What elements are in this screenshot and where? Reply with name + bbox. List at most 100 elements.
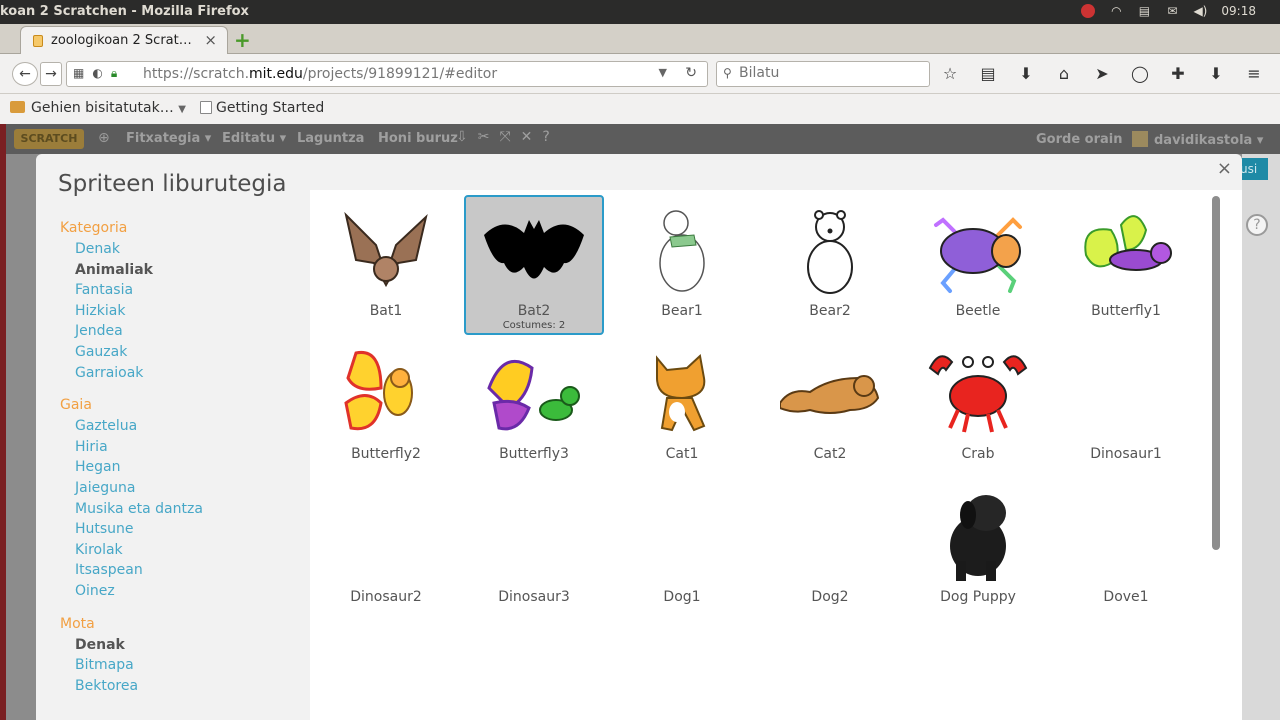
download-icon[interactable]: ⬇ [1016,64,1036,83]
cut-icon[interactable]: ✂ [478,129,490,145]
download-arrow-icon[interactable]: ⬇ [1206,64,1226,83]
sprite-tile[interactable]: Dinosaur3 [464,481,604,621]
filter-item[interactable]: Oinez [60,581,300,602]
dog-puppy-icon [950,495,1006,581]
wifi-icon[interactable]: ◠ [1109,5,1123,17]
sprite-tile[interactable]: Bat2 Costumes: 2 [464,195,604,335]
menu-icon[interactable]: ≡ [1244,64,1264,83]
new-tab-icon[interactable]: + [234,28,251,52]
scratch-logo[interactable]: SCRATCH [14,129,84,149]
bear2-icon [807,210,853,294]
filter-item[interactable]: Gauzak [60,342,300,363]
sprite-tile[interactable]: Dove1 [1056,481,1196,621]
reading-list-icon[interactable]: ▤ [978,64,998,83]
mail-icon[interactable]: ✉ [1165,5,1179,17]
page-info-icon[interactable]: ▦ [73,66,84,81]
filter-item[interactable]: Jendea [60,321,300,342]
keyboard-icon[interactable]: ▤ [1137,5,1151,17]
folder-icon [10,101,25,113]
forward-button[interactable]: → [40,62,62,86]
filter-item[interactable]: Gaztelua [60,416,300,437]
sprite-tile[interactable]: Dog2 [760,481,900,621]
duplicate-icon[interactable]: ⇩ [456,129,468,145]
send-icon[interactable]: ➤ [1092,64,1112,83]
filter-item[interactable]: Bitmapa [60,655,300,676]
filter-item[interactable]: Bektorea [60,676,300,697]
sprite-name: Beetle [955,303,1001,319]
shield-icon[interactable]: ◐ [92,66,102,81]
filter-item[interactable]: Animaliak [60,260,300,281]
globe-icon[interactable]: ⊕ [98,130,110,146]
sprite-tile[interactable]: Beetle [908,195,1048,335]
filter-item[interactable]: Jaieguna [60,478,300,499]
menu-about[interactable]: Honi buruz [378,131,458,146]
close-icon[interactable]: × [1217,158,1232,179]
sprite-tile[interactable]: Dog Puppy [908,481,1048,621]
butterfly3-icon [487,359,580,431]
sprite-tile[interactable]: Dinosaur1 [1056,338,1196,478]
filter-item[interactable]: Hutsune [60,519,300,540]
clock[interactable]: 09:18 [1221,4,1256,18]
record-icon[interactable] [1081,4,1096,18]
sprite-tile[interactable]: Bat1 [316,195,456,335]
sprite-library-dialog: Spriteen liburutegia × Kategoria Denak A… [36,154,1242,720]
url-text[interactable]: https://scratch.mit.edu/projects/9189912… [143,66,497,82]
sprite-tile[interactable]: Butterfly2 [316,338,456,478]
sprite-tile[interactable]: Cat2 [760,338,900,478]
sprite-tile[interactable]: Cat1 [612,338,752,478]
browser-tab[interactable]: zoologikoan 2 Scrat… × [20,26,228,54]
home-icon[interactable]: ⌂ [1054,64,1074,83]
tab-favicon-icon [33,35,43,47]
sprite-tile[interactable]: Butterfly3 [464,338,604,478]
search-bar[interactable]: ⚲ [716,61,930,87]
reload-icon[interactable]: ↻ [685,65,697,81]
sprite-tile[interactable]: Bear2 [760,195,900,335]
grow-icon[interactable]: ⤧ [499,129,510,145]
sprite-tile[interactable]: Dinosaur2 [316,481,456,621]
search-icon: ⚲ [723,66,732,80]
save-now-button[interactable]: Gorde orain [1036,132,1123,147]
volume-icon[interactable]: ◀) [1193,5,1207,17]
lock-icon[interactable]: 🔒︎ [111,66,117,81]
crab-icon [928,355,1028,433]
help-circle-icon[interactable]: ? [1246,214,1268,236]
filter-item[interactable]: Hizkiak [60,301,300,322]
sprite-grid-scrollbar[interactable] [1212,196,1220,550]
sprite-name: Butterfly3 [499,446,569,462]
user-menu[interactable]: davidikastola ▾ [1132,131,1263,148]
filter-item[interactable]: Denak [60,635,300,656]
bookmark-most-visited[interactable]: Gehien bisitatutak… ▼ [10,100,186,116]
url-bar[interactable]: ▦ ◐ 🔒︎ https://scratch.mit.edu/projects/… [66,61,708,87]
help-icon[interactable]: ? [542,129,549,145]
back-button[interactable]: ← [12,62,38,86]
menu-edit[interactable]: Editatu ▾ [222,131,286,146]
url-history-dropdown-icon[interactable]: ▼ [659,66,667,79]
filter-item[interactable]: Kirolak [60,540,300,561]
bear1-icon [659,210,705,292]
bookmark-star-icon[interactable]: ☆ [940,64,960,83]
menu-file[interactable]: Fitxategia ▾ [126,131,211,146]
sprite-tile[interactable]: Dog1 [612,481,752,621]
bookmark-getting-started[interactable]: Getting Started [200,100,324,116]
sprite-tile[interactable]: Butterfly1 [1056,195,1196,335]
filter-item[interactable]: Garraioak [60,363,300,384]
tab-close-icon[interactable]: × [204,31,217,49]
scratch-menubar: SCRATCH ⊕ Fitxategia ▾ Editatu ▾ Laguntz… [6,124,1280,154]
filter-item[interactable]: Itsaspean [60,560,300,581]
filter-item[interactable]: Musika eta dantza [60,499,300,520]
extension-icon[interactable]: ✚ [1168,64,1188,83]
sprite-name: Bat1 [369,303,403,319]
os-top-bar: koan 2 Scratchen - Mozilla Firefox ◠ ▤ ✉… [0,0,1280,24]
filter-item[interactable]: Hiria [60,437,300,458]
filter-item[interactable]: Denak [60,239,300,260]
filter-item[interactable]: Hegan [60,457,300,478]
library-filter-sidebar: Kategoria Denak Animaliak Fantasia Hizki… [60,216,300,696]
sprite-tile[interactable]: Crab [908,338,1048,478]
filter-item[interactable]: Fantasia [60,280,300,301]
sprite-tile[interactable]: Bear1 [612,195,752,335]
shrink-icon[interactable]: ✕ [521,129,533,145]
search-input[interactable] [739,65,925,81]
chat-icon[interactable]: ◯ [1130,64,1150,83]
menu-help[interactable]: Laguntza [297,131,364,146]
sprite-name: Dove1 [1103,589,1149,605]
